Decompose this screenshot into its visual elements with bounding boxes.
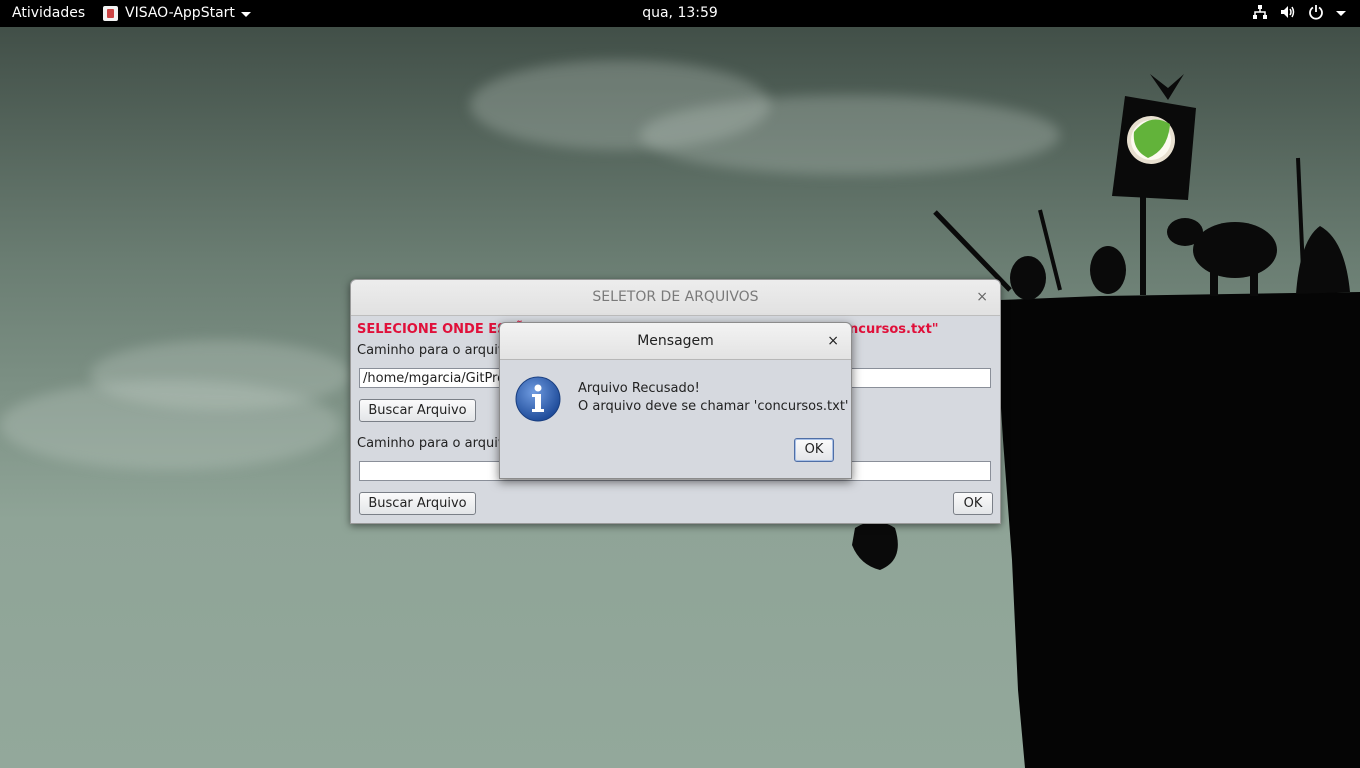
ok-button[interactable]: OK [953, 492, 993, 515]
dialog-ok-button[interactable]: OK [794, 438, 834, 462]
window-titlebar[interactable]: SELETOR DE ARQUIVOS × [351, 280, 1000, 316]
dialog-titlebar[interactable]: Mensagem × [500, 323, 851, 360]
close-icon[interactable]: × [827, 323, 839, 359]
browse-button-1[interactable]: Buscar Arquivo [359, 399, 476, 422]
power-icon [1309, 5, 1323, 20]
window-title: SELETOR DE ARQUIVOS [592, 289, 759, 305]
message-dialog: Mensagem × Arquivo Recusado! O arquivo d… [499, 322, 852, 479]
dialog-message-line1: Arquivo Recusado! [578, 381, 700, 396]
chevron-down-icon [240, 11, 251, 17]
volume-icon [1281, 6, 1295, 18]
clock[interactable]: qua, 13:59 [642, 5, 718, 21]
dialog-title: Mensagem [637, 333, 714, 349]
browse-button-2[interactable]: Buscar Arquivo [359, 492, 476, 515]
warning-text-right: ncursos.txt" [849, 322, 939, 337]
chevron-down-icon [1336, 10, 1346, 16]
activities-button[interactable]: Atividades [12, 5, 85, 21]
info-icon [515, 376, 561, 422]
system-menu[interactable] [1252, 4, 1346, 20]
path-label-2: Caminho para o arquivo [357, 436, 514, 451]
path-label-1: Caminho para o arquivo [357, 343, 514, 358]
top-bar: Atividades VISAO-AppStart qua, 13:59 [0, 0, 1360, 27]
app-menu[interactable]: VISAO-AppStart [103, 5, 251, 21]
close-icon[interactable]: × [976, 280, 988, 315]
dialog-message-line2: O arquivo deve se chamar 'concursos.txt' [578, 399, 849, 414]
app-menu-label: VISAO-AppStart [125, 5, 235, 21]
java-app-icon [103, 5, 118, 21]
network-icon [1253, 5, 1267, 19]
